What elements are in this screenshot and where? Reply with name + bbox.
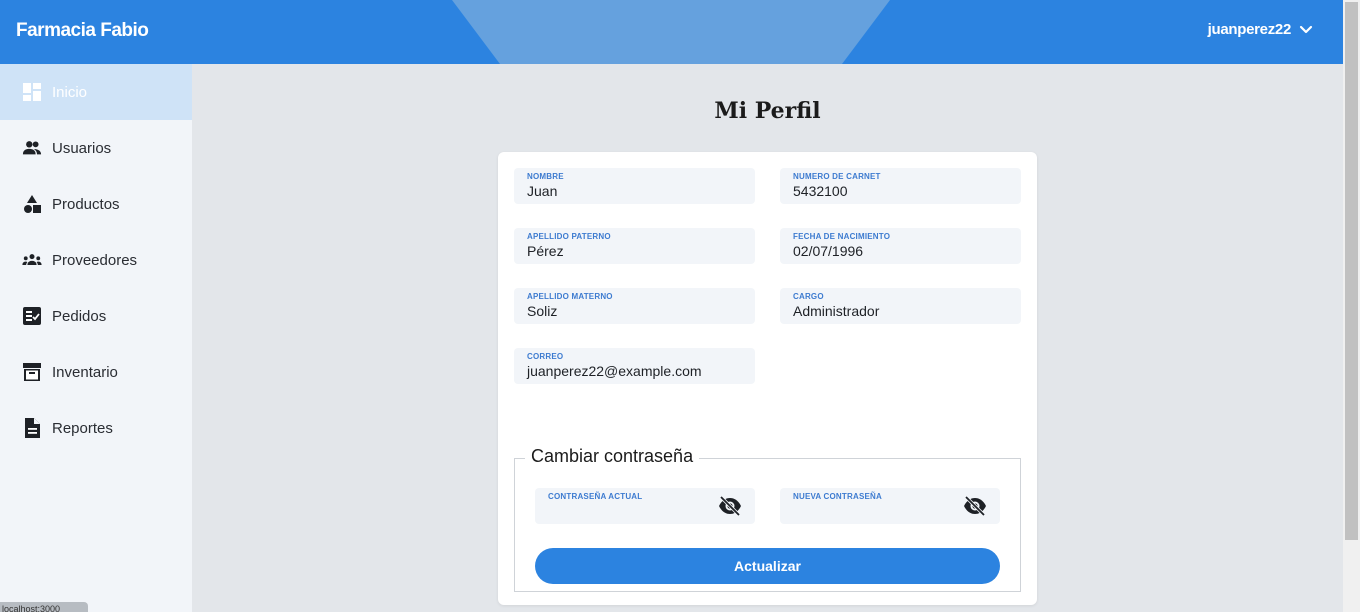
profile-card: NOMBRE Juan NUMERO DE CARNET 5432100 APE… [498,152,1037,605]
top-navbar: Farmacia Fabio juanperez22 [0,0,1343,64]
fecha-nacimiento-value: 02/07/1996 [793,243,864,259]
change-password-section: Cambiar contraseña CONTRASEÑA ACTUAL NUE… [514,446,1021,592]
eye-off-icon[interactable] [718,496,742,516]
current-password-label: CONTRASEÑA ACTUAL [548,492,643,501]
sidebar-item-inicio[interactable]: Inicio [0,64,192,120]
dashboard-icon [22,82,42,102]
sidebar-item-label: Reportes [52,419,113,437]
sidebar-item-label: Productos [52,195,120,213]
sidebar-item-label: Inventario [52,363,118,381]
sidebar-item-usuarios[interactable]: Usuarios [0,120,192,176]
correo-value: juanperez22@example.com [527,363,702,379]
username-label: juanperez22 [1207,21,1292,38]
carnet-label: NUMERO DE CARNET [793,172,881,181]
document-icon [22,418,42,438]
group-icon [22,250,42,270]
status-tooltip: localhost:3000 [0,602,88,612]
users-icon [22,138,42,158]
page-title: Mi Perfil [714,98,821,124]
fecha-nacimiento-label: FECHA DE NACIMIENTO [793,232,891,241]
sidebar-item-label: Usuarios [52,139,112,157]
current-password-field[interactable]: CONTRASEÑA ACTUAL [535,488,755,524]
cargo-label: CARGO [793,292,824,301]
scrollbar-thumb[interactable] [1345,2,1358,540]
cargo-value: Administrador [793,303,880,319]
header-decoration [452,0,890,64]
chevron-down-icon [1299,25,1313,33]
carnet-field[interactable]: NUMERO DE CARNET 5432100 [780,168,1021,204]
eye-off-icon[interactable] [963,496,987,516]
checklist-icon [22,306,42,326]
user-menu[interactable]: juanperez22 [1208,21,1313,38]
page-scrollbar[interactable] [1343,0,1360,612]
fecha-nacimiento-field[interactable]: FECHA DE NACIMIENTO 02/07/1996 [780,228,1021,264]
apellido-paterno-field[interactable]: APELLIDO PATERNO Pérez [514,228,755,264]
apellido-materno-field[interactable]: APELLIDO MATERNO Soliz [514,288,755,324]
nombre-label: NOMBRE [527,172,564,181]
nombre-value: Juan [527,183,558,199]
archive-icon [22,362,42,382]
change-password-legend: Cambiar contraseña [525,446,700,467]
sidebar: Inicio Usuarios Productos Proveedores Pe… [0,64,192,612]
sidebar-item-label: Proveedores [52,251,138,269]
correo-label: CORREO [527,352,564,361]
new-password-label: NUEVA CONTRASEÑA [793,492,882,501]
shapes-icon [22,194,42,214]
sidebar-item-proveedores[interactable]: Proveedores [0,232,192,288]
sidebar-item-label: Inicio [52,83,88,101]
sidebar-item-productos[interactable]: Productos [0,176,192,232]
nombre-field[interactable]: NOMBRE Juan [514,168,755,204]
sidebar-item-pedidos[interactable]: Pedidos [0,288,192,344]
sidebar-item-label: Pedidos [52,307,107,325]
apellido-materno-value: Soliz [527,303,558,319]
new-password-field[interactable]: NUEVA CONTRASEÑA [780,488,1000,524]
apellido-paterno-value: Pérez [527,243,564,259]
app-brand[interactable]: Farmacia Fabio [16,20,149,42]
cargo-field[interactable]: CARGO Administrador [780,288,1021,324]
update-button[interactable]: Actualizar [535,548,1000,584]
correo-field[interactable]: CORREO juanperez22@example.com [514,348,755,384]
apellido-paterno-label: APELLIDO PATERNO [527,232,611,241]
apellido-materno-label: APELLIDO MATERNO [527,292,613,301]
sidebar-item-inventario[interactable]: Inventario [0,344,192,400]
sidebar-item-reportes[interactable]: Reportes [0,400,192,456]
carnet-value: 5432100 [793,183,848,199]
